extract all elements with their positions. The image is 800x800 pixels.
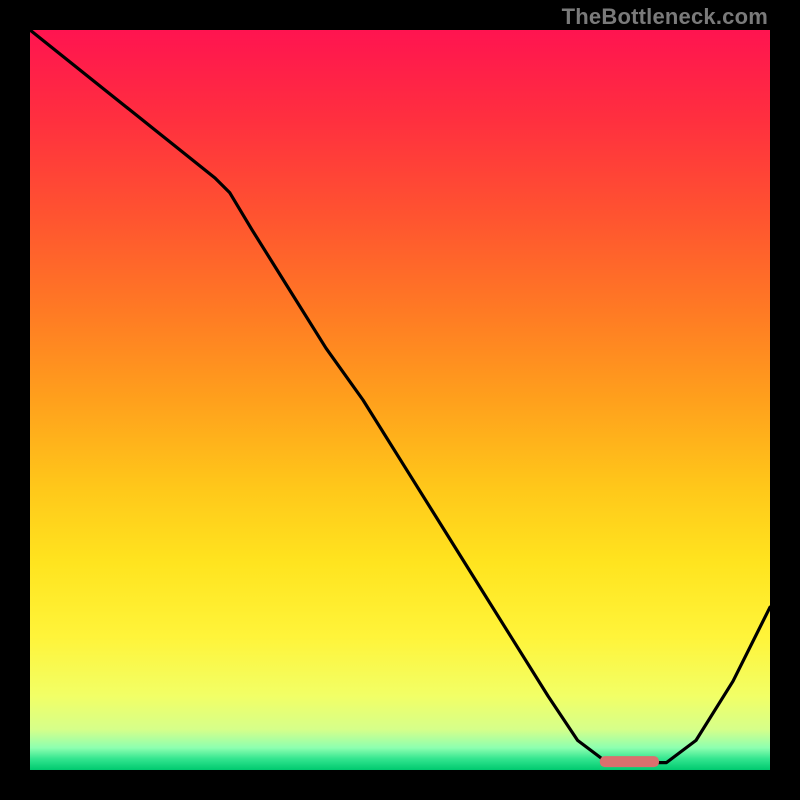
- chart-background: [30, 30, 770, 770]
- chart-plot: [30, 30, 770, 770]
- highlight-marker: [600, 756, 659, 767]
- watermark-text: TheBottleneck.com: [562, 4, 768, 30]
- chart-frame: [30, 30, 770, 770]
